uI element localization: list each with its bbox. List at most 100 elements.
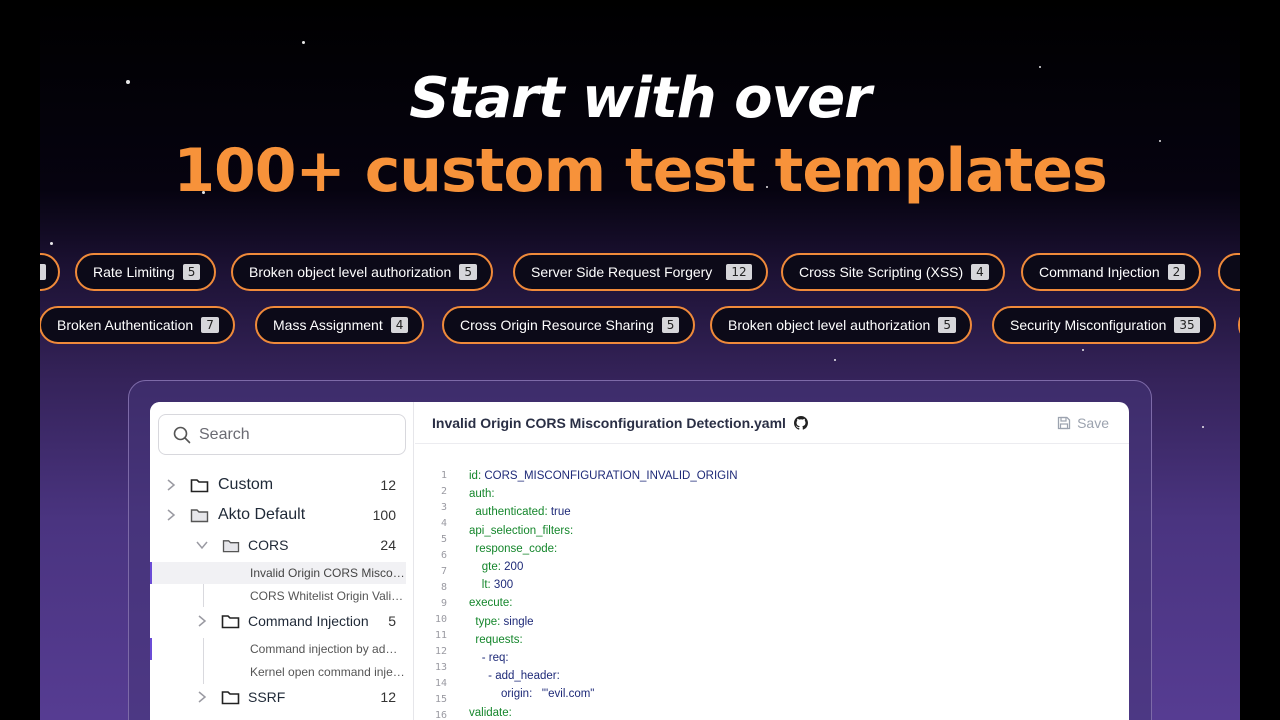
yaml-value: - req: xyxy=(469,652,509,665)
category-label: Server Side Request Forgery xyxy=(531,264,713,280)
chevron-right-icon xyxy=(198,615,207,627)
category-label: Security Misconfiguration xyxy=(1010,317,1167,333)
folder-cors[interactable]: CORS 24 xyxy=(150,535,414,555)
template-item[interactable]: Kernel open command injection xyxy=(250,665,406,679)
line-number: 4 xyxy=(440,518,447,529)
github-icon[interactable] xyxy=(793,416,808,430)
yaml-value: 200 xyxy=(500,561,524,574)
yaml-value: true xyxy=(547,506,571,519)
code-area[interactable]: id: CORS_MISCONFIGURATION_INVALID_ORIGIN… xyxy=(469,467,738,720)
headline-line2: 100+ custom test templates xyxy=(173,136,1107,206)
code-line: type: single xyxy=(469,613,738,631)
line-number: 6 xyxy=(440,550,447,561)
line-number: 3 xyxy=(440,502,447,513)
folder-count: 12 xyxy=(380,689,396,705)
category-count: 35 xyxy=(1174,317,1200,333)
save-label: Save xyxy=(1077,415,1109,431)
category-pill[interactable]: Broken object level authorization 5 xyxy=(710,306,972,344)
folder-count: 100 xyxy=(372,507,396,523)
yaml-key: lt: xyxy=(469,579,491,592)
folder-label: CORS xyxy=(248,537,289,553)
template-sidebar: Search Custom 12 Akto Default 100 CORS 2… xyxy=(150,402,414,720)
category-pill[interactable]: Broken Authentication 7 xyxy=(39,306,235,344)
code-line: origin: "'evil.com" xyxy=(469,685,738,703)
yaml-value: CORS_MISCONFIGURATION_INVALID_ORIGIN xyxy=(481,470,738,482)
code-line: validate: xyxy=(469,704,738,720)
code-line: - add_header: xyxy=(469,667,738,685)
line-number: 2 xyxy=(440,486,447,497)
folder-custom[interactable]: Custom 12 xyxy=(150,475,414,495)
code-line: lt: 300 xyxy=(469,576,738,594)
folder-count: 24 xyxy=(380,537,396,553)
yaml-key: type: xyxy=(469,615,501,628)
code-line: id: CORS_MISCONFIGURATION_INVALID_ORIGIN xyxy=(469,467,738,485)
category-pill[interactable]: Security Misconfiguration 35 xyxy=(992,306,1216,344)
category-pill[interactable]: Rate Limiting 5 xyxy=(75,253,217,291)
yaml-key: auth: xyxy=(469,488,495,501)
folder-open-icon xyxy=(222,539,240,552)
yaml-key: execute: xyxy=(469,597,513,610)
template-item-selected[interactable]: Invalid Origin CORS Misconfiguration Det… xyxy=(250,566,406,580)
line-number: 12 xyxy=(434,646,447,657)
code-line: auth: xyxy=(469,485,738,503)
selected-accent xyxy=(150,562,152,584)
yaml-value: - add_header: xyxy=(469,670,560,683)
category-pill[interactable]: Cross Origin Resource Sharing 5 xyxy=(442,306,696,344)
template-item[interactable]: Command injection by adding a query para… xyxy=(250,642,402,656)
line-number: 10 xyxy=(434,614,447,625)
yaml-key: response_code: xyxy=(469,542,558,555)
category-pill[interactable]: Command Injection 2 xyxy=(1021,253,1202,291)
category-label: Broken object level authorization xyxy=(249,264,452,280)
save-button[interactable]: Save xyxy=(1057,415,1109,431)
line-number: 14 xyxy=(434,678,447,689)
folder-akto-default[interactable]: Akto Default 100 xyxy=(150,505,414,525)
category-count: 5 xyxy=(661,317,680,333)
yaml-key: authenticated: xyxy=(469,506,548,519)
folder-icon xyxy=(221,615,240,629)
headline-line1: Start with over xyxy=(409,66,871,131)
category-count: 5 xyxy=(938,317,956,333)
folder-label: SSRF xyxy=(248,689,286,705)
category-label: Cross Origin Resource Sharing xyxy=(460,317,654,333)
category-pill[interactable]: Server Side Request Forgery 12 xyxy=(513,253,768,291)
category-pill[interactable]: Mass Assignment 4 xyxy=(255,306,425,344)
yaml-editor: Invalid Origin CORS Misconfiguration Det… xyxy=(415,402,1129,720)
chevron-right-icon xyxy=(167,479,176,491)
folder-count: 5 xyxy=(388,613,396,629)
file-title: Invalid Origin CORS Misconfiguration Det… xyxy=(432,415,808,431)
star xyxy=(50,242,53,245)
category-count: 12 xyxy=(726,264,752,280)
line-number: 15 xyxy=(434,694,447,705)
line-number: 7 xyxy=(440,566,447,577)
code-line: execute: xyxy=(469,594,738,612)
folder-count: 12 xyxy=(380,477,396,493)
search-placeholder: Search xyxy=(199,425,250,443)
line-number: 16 xyxy=(434,710,447,720)
category-label: Cross Site Scripting (XSS) xyxy=(799,264,964,280)
folder-ssrf[interactable]: SSRF 12 xyxy=(150,687,414,707)
code-line: requests: xyxy=(469,631,738,649)
line-number: 1 xyxy=(440,470,447,481)
yaml-key: api_selection_filters: xyxy=(469,524,574,537)
line-number: 8 xyxy=(440,582,447,593)
code-line: gte: 200 xyxy=(469,558,738,576)
yaml-key: gte: xyxy=(469,561,501,574)
test-editor-app: Search Custom 12 Akto Default 100 CORS 2… xyxy=(150,402,1129,720)
template-item[interactable]: CORS Whitelist Origin Validation xyxy=(250,589,406,603)
folder-icon xyxy=(190,479,209,493)
category-pill[interactable]: Broken object level authorization 5 xyxy=(231,253,493,291)
line-number: 5 xyxy=(440,534,447,545)
yaml-value: 300 xyxy=(490,579,514,592)
chevron-right-icon xyxy=(167,509,176,521)
category-pill[interactable]: Cross Site Scripting (XSS) 4 xyxy=(781,253,1005,291)
tree-guide xyxy=(203,638,204,684)
folder-command-injection[interactable]: Command Injection 5 xyxy=(150,611,414,631)
category-label: Broken Authentication xyxy=(57,317,194,333)
search-input[interactable]: Search xyxy=(158,414,406,455)
folder-label: Command Injection xyxy=(248,613,369,629)
code-line: authenticated: true xyxy=(469,503,738,521)
folder-open-icon xyxy=(190,509,209,523)
category-count: 4 xyxy=(390,317,409,333)
yaml-key: validate: xyxy=(469,706,512,719)
editor-divider xyxy=(415,443,1129,444)
